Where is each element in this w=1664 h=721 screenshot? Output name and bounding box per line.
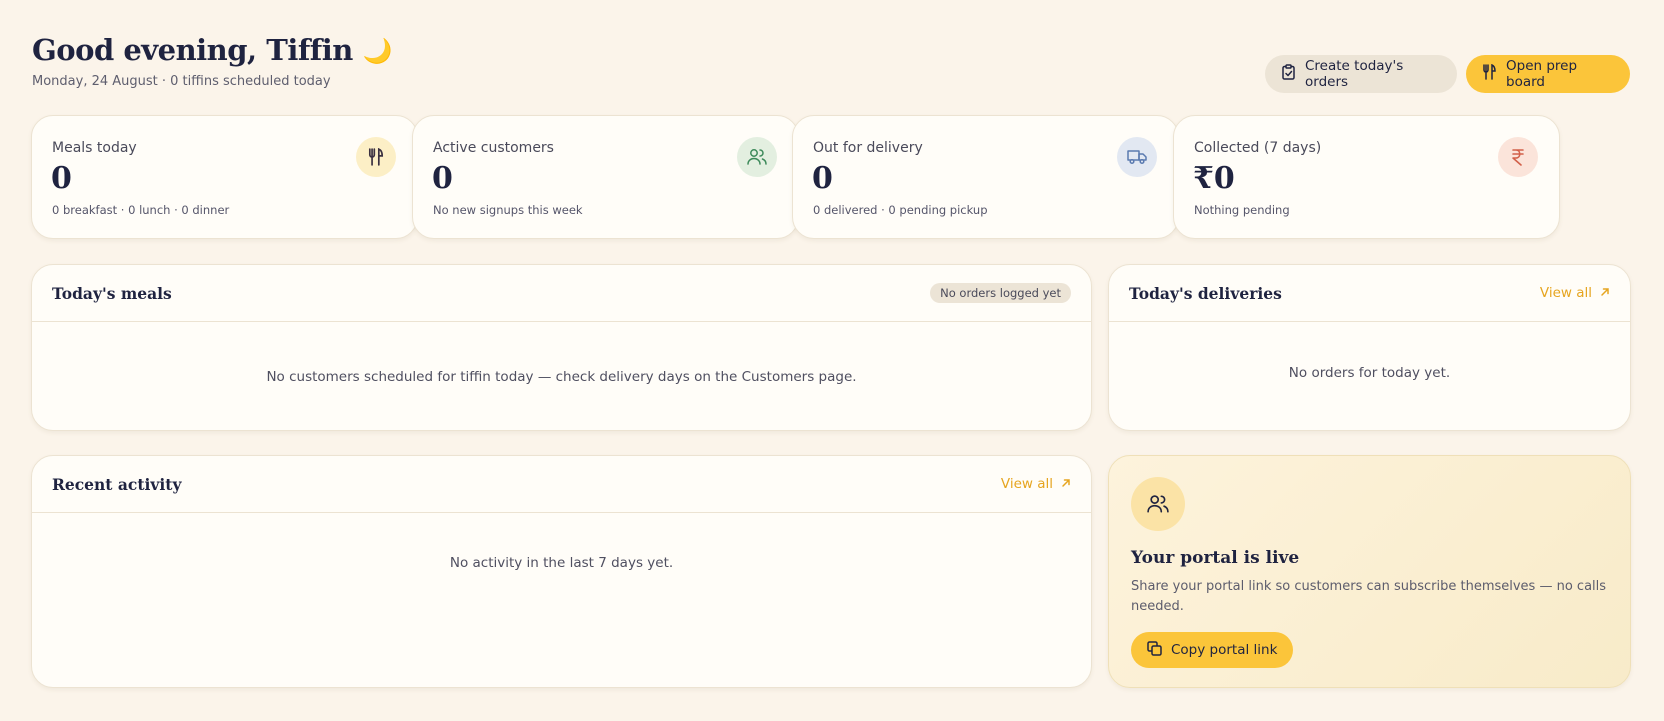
- empty-message: No activity in the last 7 days yet.: [449, 555, 674, 571]
- view-all-link[interactable]: View all: [1540, 285, 1610, 301]
- clipboard-icon: [1281, 64, 1296, 84]
- stat-value: 0: [51, 161, 72, 196]
- fork-knife-icon: [1482, 63, 1497, 84]
- panel-title: Recent activity: [52, 475, 182, 494]
- moon-icon: 🌙: [362, 35, 393, 65]
- copy-icon: [1147, 640, 1162, 660]
- portal-description: Share your portal link so customers can …: [1131, 579, 1607, 614]
- open-prep-board-label: Open prep board: [1506, 58, 1578, 90]
- greeting-text: Good evening, Tiffin: [32, 33, 353, 67]
- stat-label: Out for delivery: [813, 140, 923, 156]
- stat-sub: 0 breakfast · 0 lunch · 0 dinner: [52, 203, 230, 217]
- stat-card-customers: Active customers 0 No new signups this w…: [412, 115, 799, 239]
- stat-sub: No new signups this week: [433, 203, 583, 217]
- stat-label: Active customers: [433, 140, 554, 156]
- stat-sub: 0 delivered · 0 pending pickup: [813, 203, 988, 217]
- panel-title: Today's meals: [52, 284, 172, 303]
- open-prep-board-button[interactable]: Open prep board: [1466, 55, 1630, 93]
- panel-header: Today's meals No orders logged yet: [32, 265, 1091, 322]
- users-icon: [1131, 477, 1185, 531]
- create-orders-label: Create today's orders: [1305, 58, 1404, 90]
- stat-label: Collected (7 days): [1194, 140, 1322, 156]
- empty-message: No orders for today yet.: [1288, 365, 1451, 381]
- empty-message: No customers scheduled for tiffin today …: [266, 369, 857, 385]
- todays-deliveries-panel: Today's deliveries View all No orders fo…: [1108, 264, 1631, 431]
- stat-label: Meals today: [52, 140, 137, 156]
- panel-header: Today's deliveries View all: [1109, 265, 1630, 322]
- stat-card-delivery: Out for delivery 0 0 delivered · 0 pendi…: [792, 115, 1179, 239]
- panel-header: Recent activity View all: [32, 456, 1091, 513]
- arrow-up-right-icon: [1600, 285, 1610, 301]
- portal-card: Your portal is live Share your portal li…: [1108, 455, 1631, 688]
- fork-knife-icon: [356, 137, 396, 177]
- panel-title: Today's deliveries: [1129, 284, 1282, 303]
- view-all-label: View all: [1000, 476, 1053, 492]
- todays-meals-panel: Today's meals No orders logged yet No cu…: [31, 264, 1092, 431]
- view-all-label: View all: [1539, 285, 1592, 301]
- stat-card-meals: Meals today 0 0 breakfast · 0 lunch · 0 …: [31, 115, 418, 239]
- status-badge: No orders logged yet: [930, 283, 1071, 303]
- truck-icon: [1117, 137, 1157, 177]
- stat-value: 0: [432, 161, 453, 196]
- stat-card-collected: Collected (7 days) ₹0 Nothing pending: [1173, 115, 1560, 239]
- copy-portal-link-label: Copy portal link: [1171, 642, 1278, 658]
- stat-value: 0: [812, 161, 833, 196]
- arrow-up-right-icon: [1061, 476, 1071, 492]
- view-all-link[interactable]: View all: [1001, 476, 1071, 492]
- users-icon: [737, 137, 777, 177]
- portal-title: Your portal is live: [1131, 548, 1300, 568]
- date-subline: Monday, 24 August · 0 tiffins scheduled …: [32, 74, 331, 89]
- stat-sub: Nothing pending: [1194, 203, 1290, 217]
- stat-value: ₹0: [1193, 161, 1235, 196]
- create-orders-button[interactable]: Create today's orders: [1265, 55, 1457, 93]
- rupee-icon: [1498, 137, 1538, 177]
- recent-activity-panel: Recent activity View all No activity in …: [31, 455, 1092, 688]
- copy-portal-link-button[interactable]: Copy portal link: [1131, 632, 1294, 668]
- page-title: Good evening, Tiffin 🌙: [32, 33, 393, 67]
